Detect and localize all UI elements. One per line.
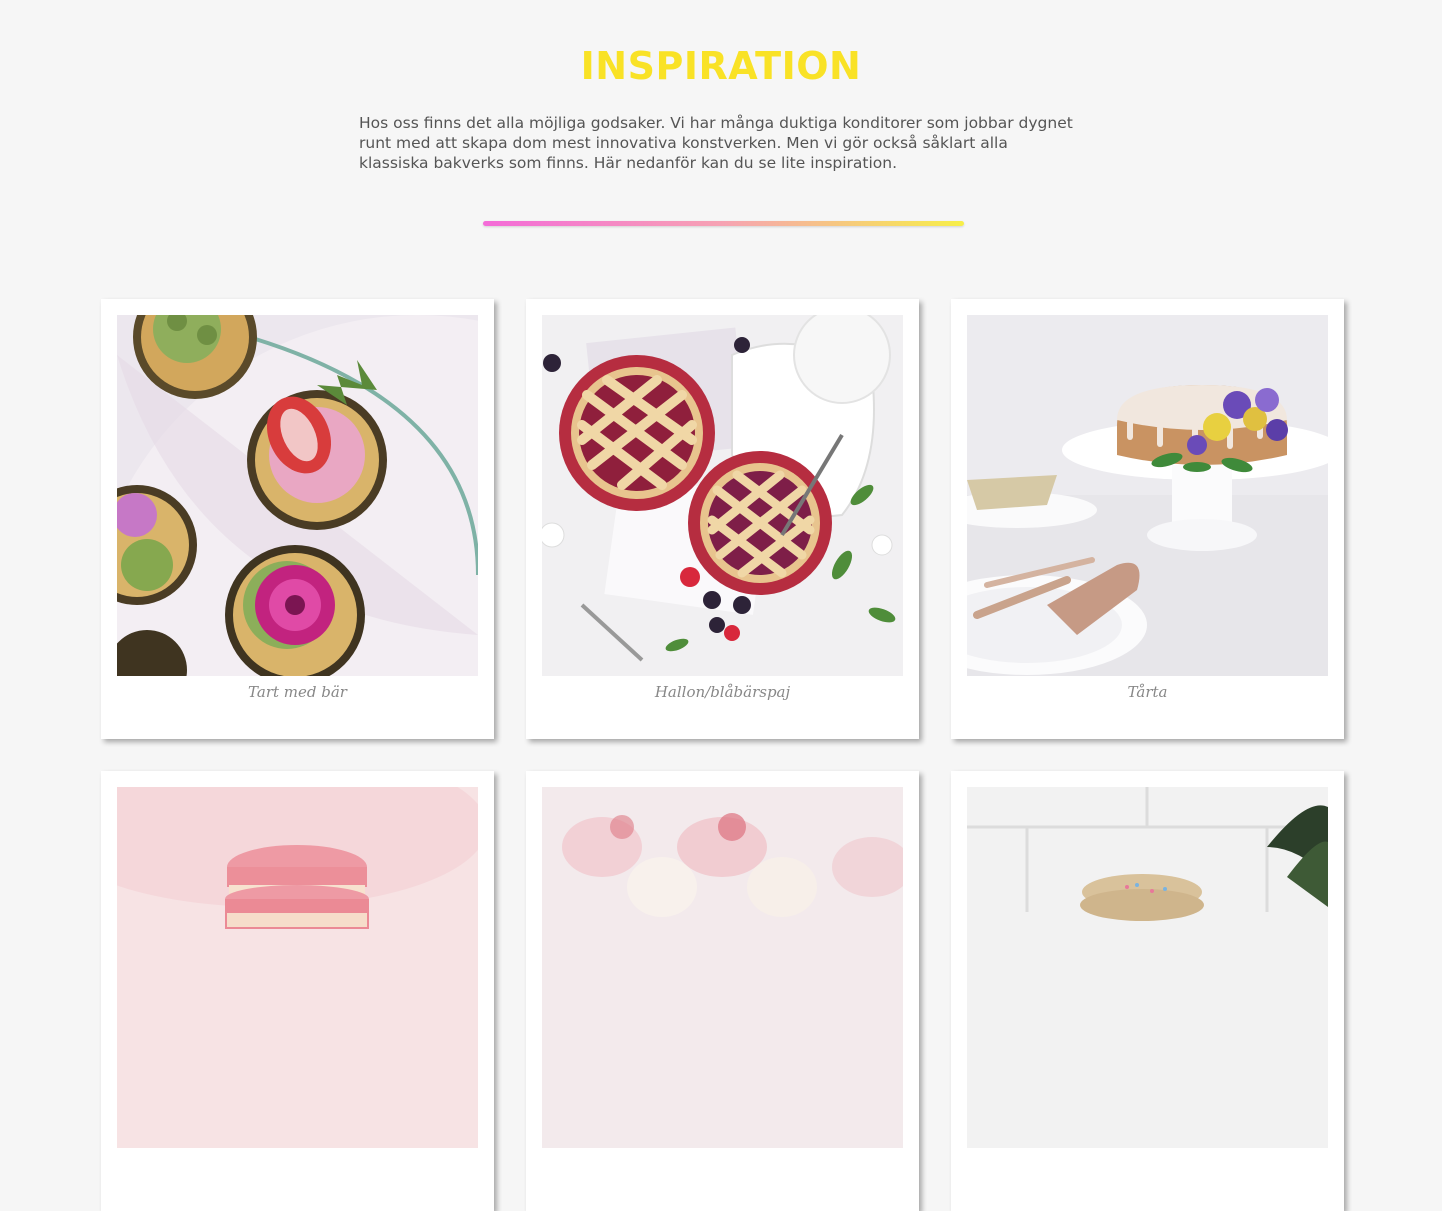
page-title: INSPIRATION [580, 44, 862, 88]
gradient-divider [483, 221, 964, 226]
cream-cupcakes-photo [542, 787, 903, 1148]
gallery-card-hallon-blabarspaj[interactable]: Hallon/blåbärspaj [526, 299, 919, 739]
gallery-card-tarta[interactable]: Tårta [951, 299, 1344, 739]
card-caption: Tart med bär [248, 683, 347, 701]
gallery-card-cupcakes[interactable] [526, 771, 919, 1211]
gallery-card-tart-med-bar[interactable]: Tart med bär [101, 299, 494, 739]
cake-photo [967, 315, 1328, 676]
card-caption: Hallon/blåbärspaj [654, 683, 791, 701]
cupcakes-photo [117, 315, 478, 676]
gallery-card-cookies[interactable] [951, 771, 1344, 1211]
macarons-photo [117, 787, 478, 1148]
gallery-card-macarons[interactable] [101, 771, 494, 1211]
intro-text: Hos oss finns det alla möjliga godsaker.… [359, 114, 1073, 172]
cookies-photo [967, 787, 1328, 1148]
berry-pies-photo [542, 315, 903, 676]
card-caption: Tårta [1127, 683, 1168, 701]
